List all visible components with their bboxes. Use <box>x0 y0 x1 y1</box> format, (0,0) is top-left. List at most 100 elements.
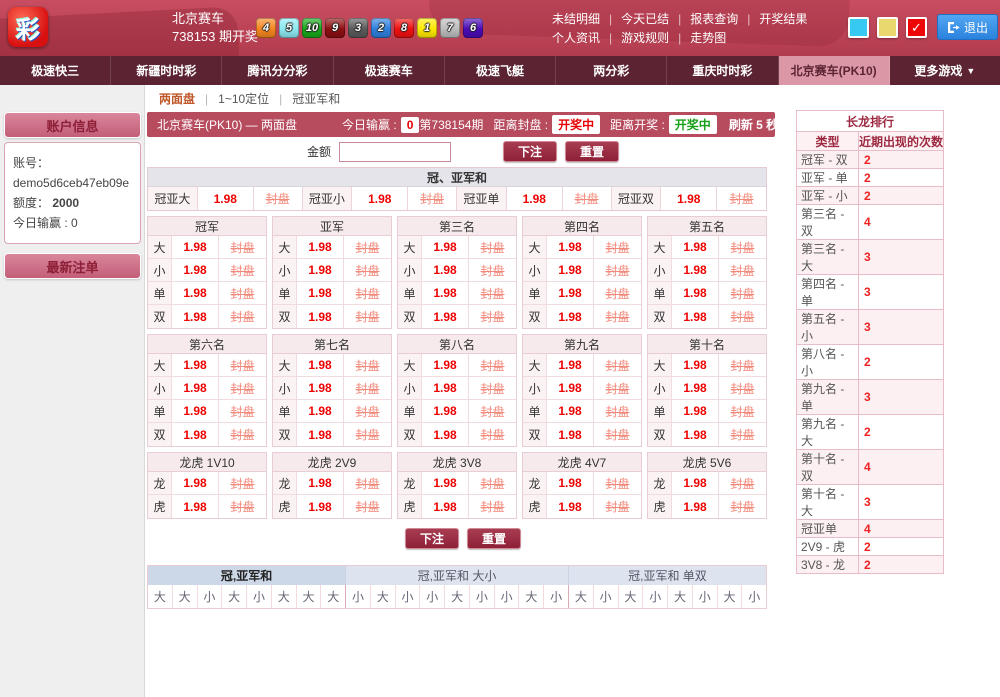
nav-item-1[interactable]: 极速快三 <box>0 56 111 85</box>
top-menu-link-r1-1[interactable]: 未结明细 <box>552 10 600 27</box>
top-menu-link-r2-1[interactable]: 个人资讯 <box>552 29 600 46</box>
bet-odds[interactable]: 1.98 <box>547 377 594 399</box>
bet-status-closed[interactable]: 封盘 <box>469 354 516 376</box>
bet-status-closed[interactable]: 封盘 <box>594 259 641 281</box>
bet-status-closed[interactable]: 封盘 <box>594 400 641 422</box>
bet-status-closed[interactable]: 封盘 <box>469 400 516 422</box>
bet-status-closed[interactable]: 封盘 <box>219 259 266 281</box>
bet-status-closed[interactable]: 封盘 <box>344 259 391 281</box>
bet-status-closed[interactable]: 封盘 <box>219 282 266 304</box>
bet-status-closed[interactable]: 封盘 <box>219 495 266 518</box>
bet-status-closed[interactable]: 封盘 <box>594 423 641 446</box>
bet-button[interactable]: 下注 <box>503 141 557 162</box>
bet-status-closed[interactable]: 封盘 <box>469 495 516 518</box>
bet-status-closed[interactable]: 封盘 <box>219 400 266 422</box>
bet-odds[interactable]: 1.98 <box>547 423 594 446</box>
bet-status-closed[interactable]: 封盘 <box>594 354 641 376</box>
sum-bet-odds-1[interactable]: 1.98 <box>198 187 254 210</box>
bet-status-closed[interactable]: 封盘 <box>719 423 766 446</box>
bet-odds[interactable]: 1.98 <box>422 423 469 446</box>
nav-item-6[interactable]: 两分彩 <box>556 56 667 85</box>
bet-status-closed[interactable]: 封盘 <box>594 495 641 518</box>
bet-status-closed[interactable]: 封盘 <box>344 495 391 518</box>
bet-status-closed[interactable]: 封盘 <box>219 377 266 399</box>
bet-odds[interactable]: 1.98 <box>547 354 594 376</box>
bet-status-closed[interactable]: 封盘 <box>344 400 391 422</box>
nav-item-2[interactable]: 新疆时时彩 <box>111 56 222 85</box>
bet-status-closed[interactable]: 封盘 <box>344 305 391 328</box>
bet-status-closed[interactable]: 封盘 <box>219 472 266 494</box>
bet-button-bottom[interactable]: 下注 <box>405 528 459 549</box>
bet-status-closed[interactable]: 封盘 <box>344 282 391 304</box>
sum-bet-odds-2[interactable]: 1.98 <box>352 187 408 210</box>
bet-odds[interactable]: 1.98 <box>297 495 344 518</box>
bet-status-closed[interactable]: 封盘 <box>344 472 391 494</box>
bet-status-closed[interactable]: 封盘 <box>719 282 766 304</box>
site-logo[interactable]: 彩 <box>8 7 48 47</box>
bet-odds[interactable]: 1.98 <box>672 236 719 258</box>
bet-status-closed[interactable]: 封盘 <box>719 236 766 258</box>
bet-status-closed[interactable]: 封盘 <box>719 305 766 328</box>
nav-item-8[interactable]: 北京赛车(PK10) <box>779 56 890 85</box>
sum-bet-odds-3[interactable]: 1.98 <box>507 187 563 210</box>
bet-odds[interactable]: 1.98 <box>297 354 344 376</box>
bet-status-closed[interactable]: 封盘 <box>594 305 641 328</box>
bet-status-closed[interactable]: 封盘 <box>219 423 266 446</box>
bet-status-closed[interactable]: 封盘 <box>469 236 516 258</box>
bet-odds[interactable]: 1.98 <box>672 377 719 399</box>
top-menu-link-r2-2[interactable]: 游戏规则 <box>621 29 669 46</box>
bet-odds[interactable]: 1.98 <box>672 282 719 304</box>
bet-status-closed[interactable]: 封盘 <box>719 495 766 518</box>
trend-tab-2[interactable]: 冠,亚军和 大小 <box>346 566 569 585</box>
bet-odds[interactable]: 1.98 <box>172 282 219 304</box>
bet-status-closed[interactable]: 封盘 <box>344 423 391 446</box>
bet-odds[interactable]: 1.98 <box>547 282 594 304</box>
account-info-header[interactable]: 账户信息 <box>4 112 141 138</box>
latest-bets-header[interactable]: 最新注单 <box>4 253 141 279</box>
bet-odds[interactable]: 1.98 <box>172 400 219 422</box>
bet-odds[interactable]: 1.98 <box>172 305 219 328</box>
bet-status-closed[interactable]: 封盘 <box>469 259 516 281</box>
bet-odds[interactable]: 1.98 <box>547 495 594 518</box>
bet-status-closed[interactable]: 封盘 <box>219 305 266 328</box>
top-menu-link-r1-2[interactable]: 今天已结 <box>621 10 669 27</box>
sum-bet-status-1[interactable]: 封盘 <box>254 187 303 210</box>
bet-odds[interactable]: 1.98 <box>297 236 344 258</box>
bet-odds[interactable]: 1.98 <box>672 423 719 446</box>
bet-odds[interactable]: 1.98 <box>172 495 219 518</box>
bet-status-closed[interactable]: 封盘 <box>719 377 766 399</box>
reset-button[interactable]: 重置 <box>565 141 619 162</box>
bet-odds[interactable]: 1.98 <box>547 236 594 258</box>
bet-odds[interactable]: 1.98 <box>672 495 719 518</box>
bet-status-closed[interactable]: 封盘 <box>719 400 766 422</box>
bet-status-closed[interactable]: 封盘 <box>219 236 266 258</box>
logout-button[interactable]: 退出 <box>937 14 998 40</box>
bet-odds[interactable]: 1.98 <box>547 259 594 281</box>
bet-odds[interactable]: 1.98 <box>672 354 719 376</box>
bet-odds[interactable]: 1.98 <box>547 400 594 422</box>
bet-odds[interactable]: 1.98 <box>422 236 469 258</box>
bet-odds[interactable]: 1.98 <box>422 305 469 328</box>
bet-odds[interactable]: 1.98 <box>172 377 219 399</box>
bet-odds[interactable]: 1.98 <box>422 282 469 304</box>
bet-odds[interactable]: 1.98 <box>672 305 719 328</box>
nav-item-7[interactable]: 重庆时时彩 <box>667 56 778 85</box>
amount-input[interactable] <box>339 142 451 162</box>
bet-odds[interactable]: 1.98 <box>172 236 219 258</box>
nav-item-9[interactable]: 更多游戏▼ <box>890 56 1000 85</box>
bet-odds[interactable]: 1.98 <box>672 259 719 281</box>
subtab-1[interactable]: 两面盘 <box>159 90 195 107</box>
trend-tab-3[interactable]: 冠,亚军和 单双 <box>569 566 766 585</box>
nav-item-3[interactable]: 腾讯分分彩 <box>222 56 333 85</box>
bet-odds[interactable]: 1.98 <box>547 305 594 328</box>
reset-button-bottom[interactable]: 重置 <box>467 528 521 549</box>
bet-status-closed[interactable]: 封盘 <box>469 305 516 328</box>
bet-status-closed[interactable]: 封盘 <box>719 259 766 281</box>
bet-status-closed[interactable]: 封盘 <box>219 354 266 376</box>
bet-odds[interactable]: 1.98 <box>422 354 469 376</box>
bet-status-closed[interactable]: 封盘 <box>344 377 391 399</box>
bet-odds[interactable]: 1.98 <box>297 400 344 422</box>
bet-odds[interactable]: 1.98 <box>297 423 344 446</box>
sum-bet-status-2[interactable]: 封盘 <box>408 187 457 210</box>
bet-odds[interactable]: 1.98 <box>297 259 344 281</box>
